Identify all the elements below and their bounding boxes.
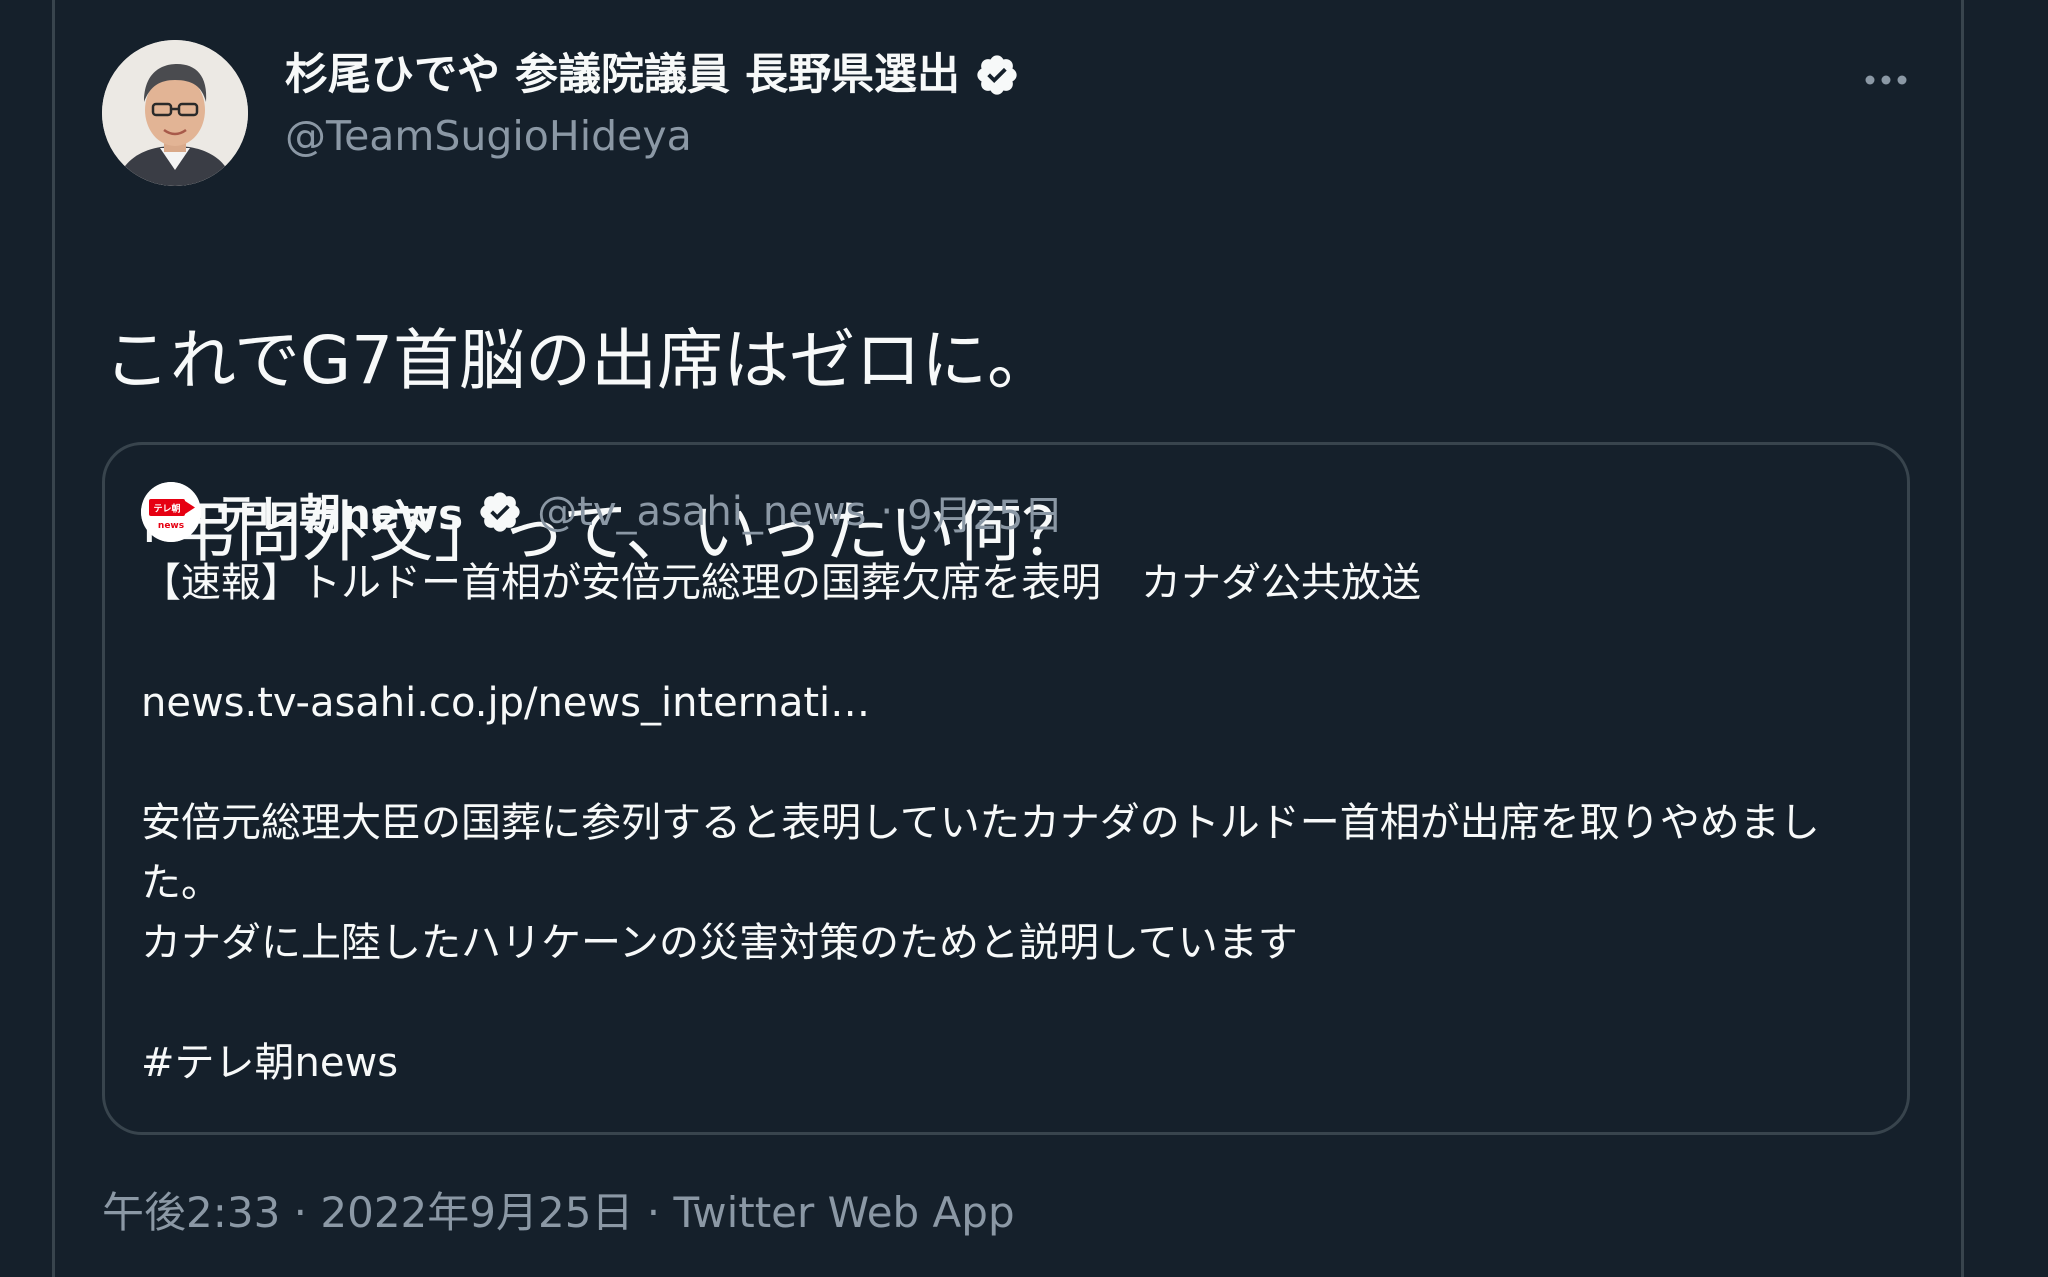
author-name[interactable]: 杉尾ひでや 参議院議員 長野県選出 — [285, 48, 960, 102]
quoted-author-handle[interactable]: @tv_asahi_news — [537, 489, 866, 535]
quoted-tweet-body: 【速報】トルドー首相が安倍元総理の国葬欠席を表明 カナダ公共放送 news.tv… — [141, 553, 1861, 1093]
author-avatar[interactable] — [102, 40, 248, 186]
logo-text-top: テレ朝 — [153, 502, 180, 514]
quoted-tweet-paragraph-2: カナダに上陸したハリケーンの災害対策のためと説明しています — [141, 920, 1298, 966]
author-name-row: 杉尾ひでや 参議院議員 長野県選出 — [285, 48, 1020, 102]
tweet-source[interactable]: Twitter Web App — [674, 1188, 1015, 1237]
verified-badge-icon — [974, 52, 1020, 98]
quoted-tweet-paragraph-1: 安倍元総理大臣の国葬に参列すると表明していたカナダのトルドー首相が出席を取りやめ… — [141, 800, 1820, 906]
tweet-time[interactable]: 午後2:33 — [102, 1188, 280, 1237]
tweet-date[interactable]: 2022年9月25日 — [320, 1188, 633, 1237]
more-horizontal-icon — [1865, 75, 1907, 85]
tweet-meta-row: 午後2:33 · 2022年9月25日 · Twitter Web App — [102, 1183, 1015, 1243]
column-divider-right — [1961, 0, 1964, 1277]
quoted-tweet-hashtag[interactable]: #テレ朝news — [141, 1033, 1861, 1093]
tweet-page: 杉尾ひでや 参議院議員 長野県選出 @TeamSugioHideya これでG7… — [0, 0, 2048, 1277]
logo-text-bottom: news — [158, 521, 184, 531]
quoted-author-avatar[interactable]: テレ朝 news — [141, 481, 201, 542]
quoted-tweet-link[interactable]: news.tv-asahi.co.jp/news_internati… — [141, 673, 1861, 733]
tweet-text-line-1: これでG7首脳の出席はゼロに。 — [104, 322, 1054, 399]
tv-asahi-logo-icon: テレ朝 news — [141, 481, 201, 542]
meta-separator-2: · — [633, 1188, 674, 1237]
avatar-portrait-icon — [102, 40, 248, 186]
more-options-button[interactable] — [1860, 60, 1912, 100]
quoted-date[interactable]: 9月25日 — [907, 483, 1063, 541]
column-divider-left — [52, 0, 55, 1277]
meta-separator-1: · — [280, 1188, 321, 1237]
quoted-verified-badge-icon — [477, 489, 523, 535]
quoted-tweet-header: テレ朝 news テレ朝news @tv_asahi_news · 9月25日 — [141, 481, 1063, 542]
quoted-author-name[interactable]: テレ朝news — [215, 481, 463, 542]
author-handle[interactable]: @TeamSugioHideya — [285, 110, 692, 162]
quoted-tweet-title: 【速報】トルドー首相が安倍元総理の国葬欠席を表明 カナダ公共放送 — [141, 560, 1421, 606]
quoted-tweet-card[interactable]: テレ朝 news テレ朝news @tv_asahi_news · 9月25日 … — [102, 442, 1910, 1135]
quoted-meta-separator: · — [880, 488, 894, 535]
